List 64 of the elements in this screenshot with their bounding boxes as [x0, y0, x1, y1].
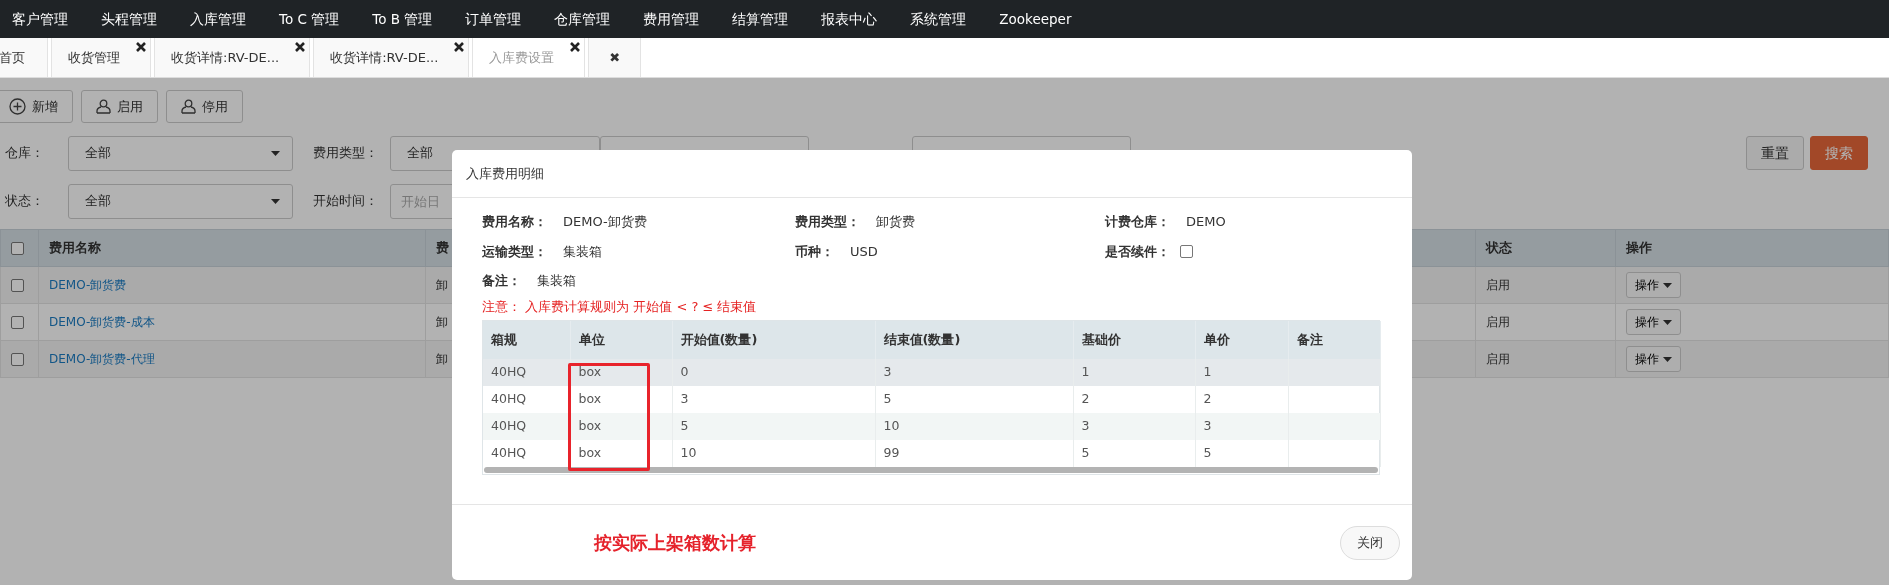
- table-cell: 40HQ: [491, 391, 527, 407]
- filter-label: 费用类型：: [313, 144, 379, 163]
- field-value: 集装箱: [563, 242, 602, 261]
- filter-label: 开始时间：: [313, 192, 379, 211]
- column-header: 基础价: [1081, 332, 1121, 348]
- field-label: 币种：: [795, 242, 834, 261]
- field-label: 是否续件：: [1105, 242, 1170, 261]
- table-cell: 0: [680, 364, 689, 380]
- field-label: 计费仓库：: [1105, 213, 1170, 231]
- column-header: 费: [436, 240, 449, 256]
- table-cell: 40HQ: [491, 418, 527, 434]
- field-value: DEMO-卸货费: [563, 213, 647, 231]
- table-cell: 5: [883, 391, 892, 407]
- field-value: DEMO: [1186, 213, 1226, 231]
- table-cell: 10: [883, 418, 900, 434]
- table-cell: 卸: [436, 315, 448, 329]
- table-cell: 3: [680, 391, 689, 407]
- dialog-title: 入库费用明细: [452, 150, 1412, 198]
- table-cell: 40HQ: [491, 445, 527, 461]
- table-cell: 3: [1203, 418, 1212, 434]
- column-header: 状态: [1486, 240, 1512, 256]
- column-header: 费用名称: [49, 240, 101, 256]
- select-value: 全部: [85, 192, 111, 211]
- table-cell: box: [578, 364, 602, 380]
- notice-text: 注意： 入库费计算规则为 开始值 < ? ≤ 结束值: [482, 297, 758, 316]
- annotation-text: 按实际上架箱数计算: [594, 531, 756, 555]
- table-cell: box: [578, 445, 602, 461]
- table-cell: 5: [1081, 445, 1090, 461]
- field-label: 备注：: [482, 272, 521, 290]
- select-value: 全部: [85, 144, 111, 163]
- table-cell: 5: [1203, 445, 1212, 461]
- table-cell: 2: [1081, 391, 1090, 407]
- table-cell: 3: [1081, 418, 1090, 434]
- table-cell: 10: [680, 445, 697, 461]
- select-value: 全部: [407, 144, 433, 163]
- column-header: 操作: [1626, 240, 1652, 256]
- column-header: 结束值(数量): [883, 332, 961, 348]
- filter-label: 状态：: [5, 192, 45, 211]
- column-header: 单位: [578, 332, 605, 348]
- status-text: 启用: [1486, 315, 1510, 329]
- field-label: 运输类型：: [482, 242, 547, 261]
- field-label: 费用名称：: [482, 213, 547, 231]
- table-cell: box: [578, 418, 602, 434]
- table-cell: 1: [1203, 364, 1212, 380]
- field-value: 卸货费: [876, 213, 915, 231]
- field-value: 集装箱: [537, 272, 576, 290]
- table-cell: 5: [680, 418, 689, 434]
- table-cell: 40HQ: [491, 364, 527, 380]
- table-cell: 2: [1203, 391, 1212, 407]
- status-text: 启用: [1486, 278, 1510, 292]
- filter-label: 仓库：: [5, 144, 45, 163]
- field-label: 费用类型：: [795, 213, 860, 231]
- status-text: 启用: [1486, 352, 1510, 366]
- column-header: 备注: [1296, 332, 1323, 348]
- table-cell: 卸: [436, 278, 448, 292]
- column-header: 开始值(数量): [680, 332, 758, 348]
- table-cell: 3: [883, 364, 892, 380]
- field-value: USD: [850, 242, 878, 261]
- table-cell: 1: [1081, 364, 1090, 380]
- table-cell: 99: [883, 445, 900, 461]
- column-header: 单价: [1203, 332, 1230, 348]
- table-cell: box: [578, 391, 602, 407]
- column-header: 箱规: [491, 332, 517, 348]
- table-cell: 卸: [436, 352, 448, 366]
